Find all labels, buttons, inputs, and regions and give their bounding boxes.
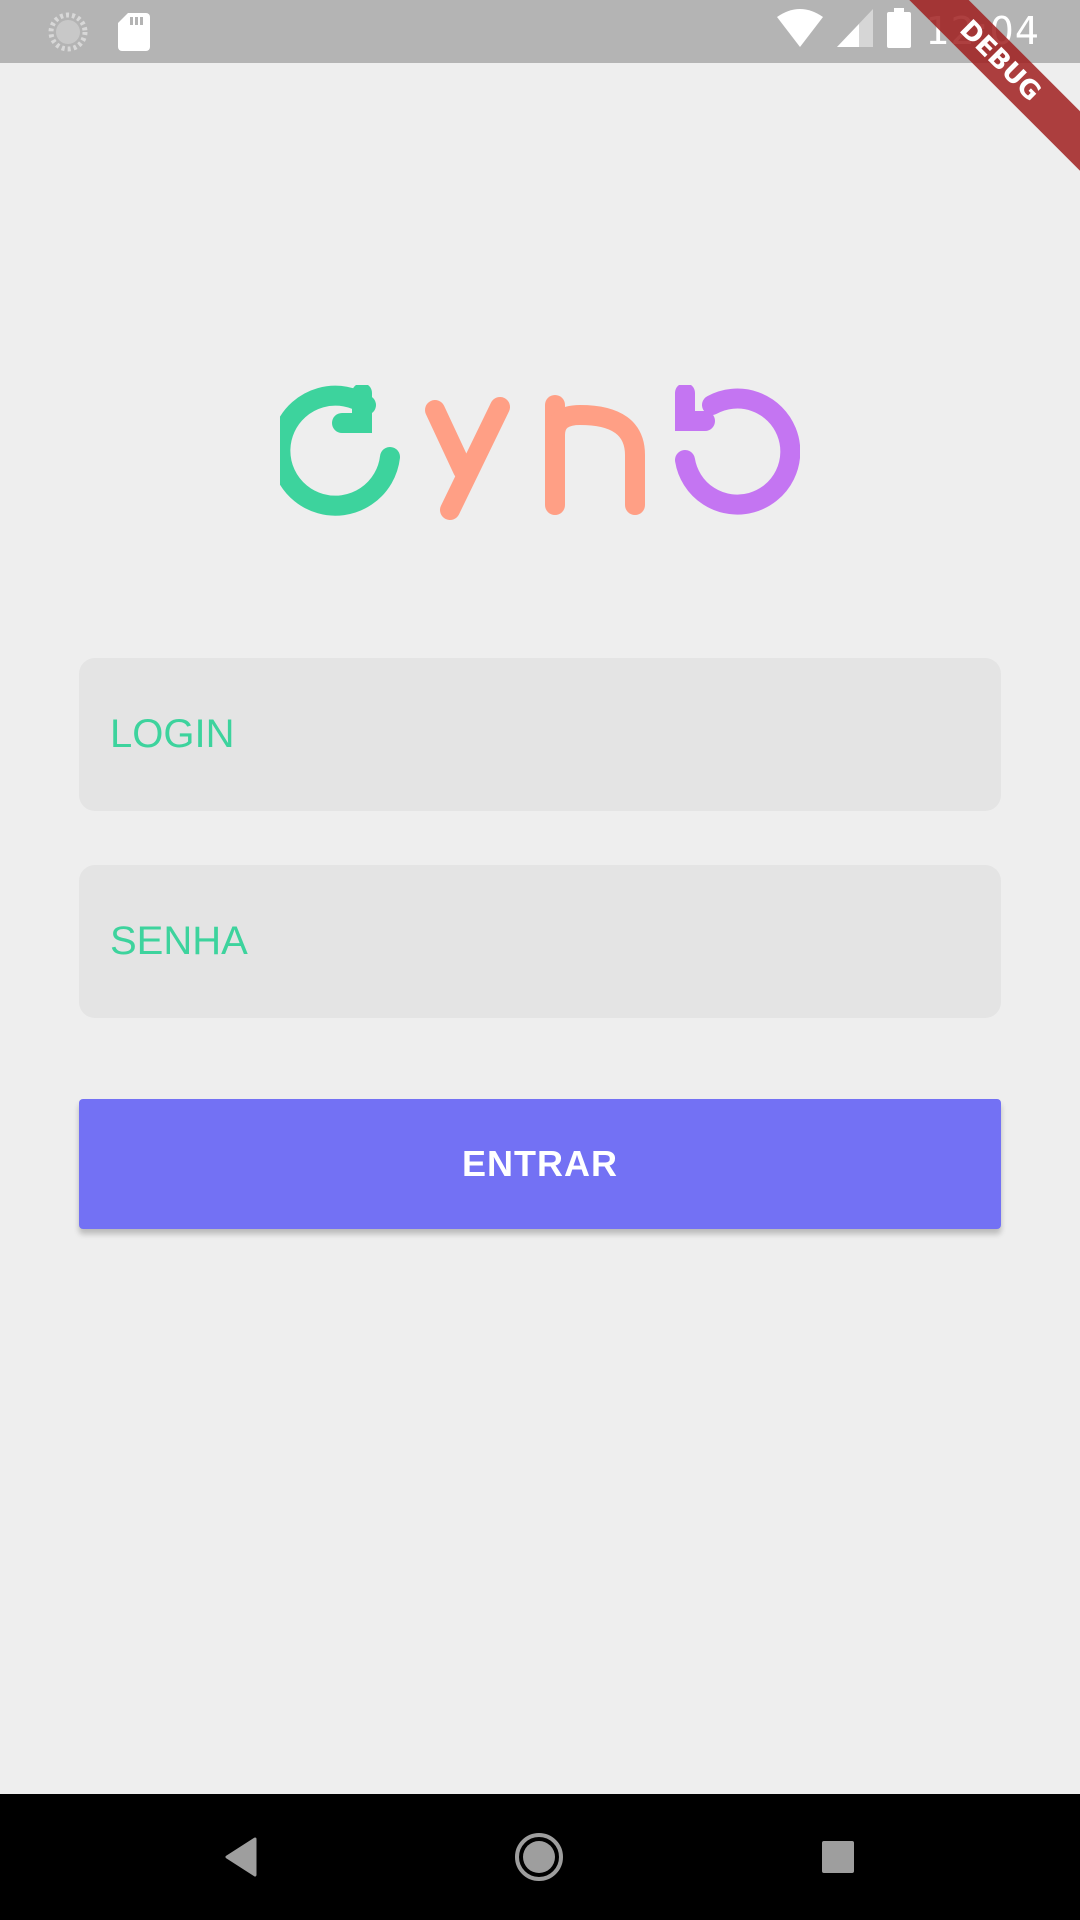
- sd-card-icon: [118, 13, 150, 56]
- entrar-button[interactable]: ENTRAR: [79, 1099, 1001, 1229]
- home-button[interactable]: [469, 1794, 609, 1920]
- login-field[interactable]: [79, 658, 1001, 811]
- logo-letter-y: [425, 397, 510, 520]
- navigation-bar: [0, 1794, 1080, 1920]
- password-field[interactable]: [79, 865, 1001, 1018]
- wifi-icon: [777, 9, 824, 52]
- login-input[interactable]: [110, 712, 1001, 757]
- cyno-logo-graphic: [270, 383, 801, 520]
- logo-letter-c: [270, 383, 400, 516]
- app-logo: [270, 383, 801, 525]
- signal-icon: [837, 9, 874, 52]
- back-button[interactable]: [171, 1794, 311, 1920]
- login-screen: 12:04 DEBUG: [0, 0, 1080, 1920]
- back-icon: [225, 1837, 257, 1877]
- battery-icon: [887, 8, 912, 53]
- recent-apps-icon: [822, 1841, 854, 1873]
- logo-letter-o: [675, 383, 801, 515]
- logo-letter-n: [545, 395, 645, 515]
- home-icon: [515, 1833, 563, 1881]
- password-input[interactable]: [110, 919, 1001, 964]
- sync-icon: [48, 12, 88, 57]
- recent-apps-button[interactable]: [768, 1794, 908, 1920]
